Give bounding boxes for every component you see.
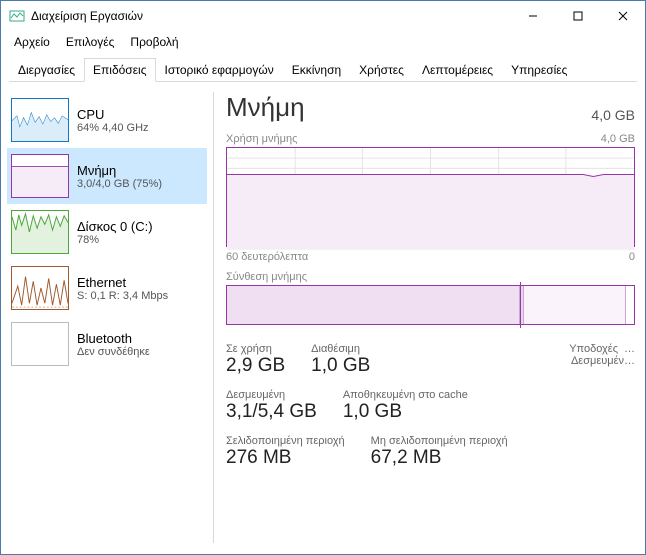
memory-sparkline — [11, 154, 69, 198]
cpu-title: CPU — [77, 107, 203, 122]
menu-view[interactable]: Προβολή — [123, 33, 185, 51]
nonpaged-label: Μη σελιδοποιημένη περιοχή — [371, 435, 508, 447]
sidebar: CPU 64% 4,40 GHz Μνήμη 3,0/4,0 GB (75%) … — [7, 92, 207, 543]
main-panel: Μνήμη 4,0 GB Χρήση μνήμης 4,0 GB 60 δευτ… — [226, 92, 635, 543]
paged-label: Σελιδοποιημένη περιοχή — [226, 435, 345, 447]
cpu-sparkline — [11, 98, 69, 142]
menu-options[interactable]: Επιλογές — [59, 33, 122, 51]
composition-label: Σύνθεση μνήμης — [226, 271, 307, 283]
minimize-button[interactable] — [510, 1, 555, 31]
usage-max: 4,0 GB — [601, 133, 635, 145]
close-button[interactable] — [600, 1, 645, 31]
bluetooth-title: Bluetooth — [77, 331, 203, 346]
sidebar-item-disk[interactable]: Δίσκος 0 (C:) 78% — [7, 204, 207, 260]
stats-grid: Σε χρήση 2,9 GB Διαθέσιμη 1,0 GB Υποδοχέ… — [226, 343, 635, 389]
memory-title: Μνήμη — [77, 163, 203, 178]
bluetooth-sub: Δεν συνδέθηκε — [77, 346, 203, 358]
tab-apphistory[interactable]: Ιστορικό εφαρμογών — [156, 58, 283, 82]
memory-sub: 3,0/4,0 GB (75%) — [77, 178, 203, 190]
cached-value: 1,0 GB — [343, 401, 468, 423]
page-title: Μνήμη — [226, 92, 305, 123]
nonpaged-value: 67,2 MB — [371, 447, 508, 469]
sidebar-item-cpu[interactable]: CPU 64% 4,40 GHz — [7, 92, 207, 148]
maximize-button[interactable] — [555, 1, 600, 31]
stats-grid-3: Σελιδοποιημένη περιοχή 276 MB Μη σελιδοπ… — [226, 435, 635, 481]
available-label: Διαθέσιμη — [311, 343, 370, 355]
tab-bar: Διεργασίες Επιδόσεις Ιστορικό εφαρμογών … — [9, 57, 637, 82]
disk-title: Δίσκος 0 (C:) — [77, 219, 203, 234]
tab-users[interactable]: Χρήστες — [350, 58, 413, 82]
vertical-divider — [213, 92, 214, 543]
window-controls — [510, 1, 645, 31]
available-value: 1,0 GB — [311, 355, 370, 377]
sockets-value: … — [624, 343, 635, 355]
disk-sparkline — [11, 210, 69, 254]
memory-usage-graph[interactable] — [226, 147, 635, 247]
committed-label: Δεσμευμένη — [226, 389, 317, 401]
ethernet-sub: S: 0,1 R: 3,4 Mbps — [77, 290, 203, 302]
sockets-label: Υποδοχές — [569, 343, 618, 355]
ethernet-sparkline — [11, 266, 69, 310]
inuse-label: Σε χρήση — [226, 343, 285, 355]
stats-grid-2: Δεσμευμένη 3,1/5,4 GB Αποθηκευμένη στο c… — [226, 389, 635, 435]
memory-total: 4,0 GB — [591, 107, 635, 123]
tab-details[interactable]: Λεπτομέρειες — [413, 58, 502, 82]
ethernet-title: Ethernet — [77, 275, 203, 290]
menu-file[interactable]: Αρχείο — [7, 33, 57, 51]
taskmgr-icon — [9, 8, 25, 24]
content: CPU 64% 4,40 GHz Μνήμη 3,0/4,0 GB (75%) … — [1, 82, 645, 553]
sidebar-item-bluetooth[interactable]: Bluetooth Δεν συνδέθηκε — [7, 316, 207, 372]
inuse-value: 2,9 GB — [226, 355, 285, 377]
tab-processes[interactable]: Διεργασίες — [9, 58, 84, 82]
memory-composition-graph[interactable] — [226, 285, 635, 325]
time-axis-right: 0 — [629, 251, 635, 263]
menubar: Αρχείο Επιλογές Προβολή — [1, 31, 645, 53]
tab-startup[interactable]: Εκκίνηση — [283, 58, 350, 82]
titlebar: Διαχείριση Εργασιών — [1, 1, 645, 31]
sidebar-item-ethernet[interactable]: Ethernet S: 0,1 R: 3,4 Mbps — [7, 260, 207, 316]
tab-performance[interactable]: Επιδόσεις — [84, 58, 156, 82]
paged-value: 276 MB — [226, 447, 345, 469]
window-title: Διαχείριση Εργασιών — [31, 9, 510, 23]
cached-label: Αποθηκευμένη στο cache — [343, 389, 468, 401]
disk-sub: 78% — [77, 234, 203, 246]
usage-label: Χρήση μνήμης — [226, 133, 297, 145]
time-axis-left: 60 δευτερόλεπτα — [226, 251, 308, 263]
reserved-label: Δεσμευμέν… — [571, 355, 635, 367]
cpu-sub: 64% 4,40 GHz — [77, 122, 203, 134]
tab-services[interactable]: Υπηρεσίες — [502, 58, 576, 82]
committed-value: 3,1/5,4 GB — [226, 401, 317, 423]
sidebar-item-memory[interactable]: Μνήμη 3,0/4,0 GB (75%) — [7, 148, 207, 204]
bluetooth-sparkline — [11, 322, 69, 366]
